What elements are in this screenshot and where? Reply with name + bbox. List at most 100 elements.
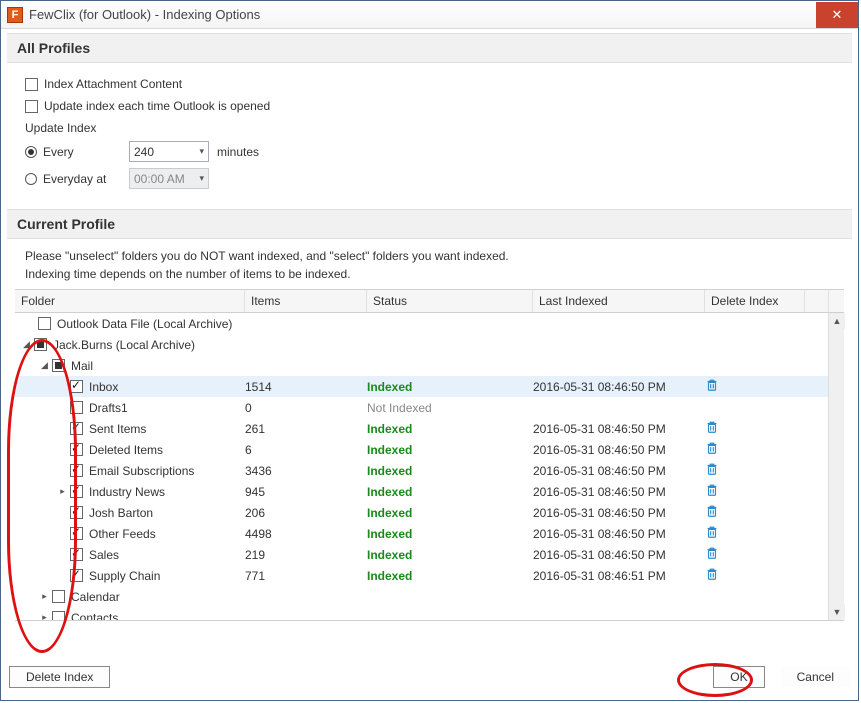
folder-row[interactable]: Sent Items261Indexed2016-05-31 08:46:50 …: [15, 418, 828, 439]
label-every: Every: [43, 145, 129, 159]
scroll-up-icon[interactable]: ▲: [829, 313, 845, 329]
checkbox[interactable]: [70, 485, 83, 498]
checkbox[interactable]: [70, 548, 83, 561]
select-every-minutes[interactable]: 240 ▾: [129, 141, 209, 162]
folder-last-indexed: 2016-05-31 08:46:50 PM: [533, 527, 705, 541]
checkbox[interactable]: [70, 422, 83, 435]
radio-every[interactable]: [25, 146, 37, 158]
checkbox[interactable]: [52, 359, 65, 372]
folder-last-indexed: 2016-05-31 08:46:50 PM: [533, 506, 705, 520]
folder-status: Indexed: [367, 464, 533, 478]
folder-name: Inbox: [89, 380, 118, 394]
checkbox[interactable]: [34, 338, 47, 351]
checkbox[interactable]: [38, 317, 51, 330]
folder-name: Other Feeds: [89, 527, 156, 541]
trash-icon[interactable]: [705, 567, 719, 581]
cancel-button[interactable]: Cancel: [781, 667, 850, 687]
trash-icon[interactable]: [705, 441, 719, 455]
tree-node-label[interactable]: Mail: [71, 359, 93, 373]
trash-icon[interactable]: [705, 525, 719, 539]
checkbox-index-attachment[interactable]: [25, 78, 38, 91]
folder-last-indexed: 2016-05-31 08:46:50 PM: [533, 422, 705, 436]
folder-items: 219: [245, 548, 367, 562]
scroll-down-icon[interactable]: ▼: [829, 604, 845, 620]
chevron-down-icon: ▾: [199, 173, 204, 184]
tree-expander[interactable]: ▸: [39, 591, 50, 602]
delete-index-icon[interactable]: [705, 420, 805, 437]
folder-status: Indexed: [367, 380, 533, 394]
folder-last-indexed: 2016-05-31 08:46:50 PM: [533, 443, 705, 457]
tree-expander[interactable]: ▸: [57, 486, 68, 497]
trash-icon[interactable]: [705, 420, 719, 434]
checkbox[interactable]: [70, 527, 83, 540]
col-status[interactable]: Status: [367, 290, 533, 312]
select-everyday-time[interactable]: 00:00 AM ▾: [129, 168, 209, 189]
folder-items: 206: [245, 506, 367, 520]
col-folder[interactable]: Folder: [15, 290, 245, 312]
chevron-down-icon: ▾: [199, 146, 204, 157]
folder-tree[interactable]: Outlook Data File (Local Archive)◢Jack.B…: [15, 313, 828, 620]
col-delete[interactable]: Delete Index: [705, 290, 805, 312]
checkbox[interactable]: [52, 611, 65, 620]
titlebar: F FewClix (for Outlook) - Indexing Optio…: [1, 1, 858, 29]
folder-row[interactable]: Josh Barton206Indexed2016-05-31 08:46:50…: [15, 502, 828, 523]
delete-index-button[interactable]: Delete Index: [9, 666, 110, 688]
label-everyday-at: Everyday at: [43, 172, 129, 186]
tree-node-label[interactable]: Jack.Burns (Local Archive): [53, 338, 195, 352]
delete-index-icon[interactable]: [705, 504, 805, 521]
tree-expander[interactable]: ▸: [39, 612, 50, 620]
folder-status: Indexed: [367, 485, 533, 499]
close-button[interactable]: ✕: [816, 2, 858, 28]
tree-expander[interactable]: ◢: [39, 360, 50, 371]
folder-name: Drafts1: [89, 401, 128, 415]
section-current-profile: Current Profile: [7, 209, 852, 239]
folder-row[interactable]: Other Feeds4498Indexed2016-05-31 08:46:5…: [15, 523, 828, 544]
trash-icon[interactable]: [705, 378, 719, 392]
tree-node-label[interactable]: Contacts: [71, 611, 118, 621]
folder-items: 1514: [245, 380, 367, 394]
folder-name: Supply Chain: [89, 569, 160, 583]
col-last[interactable]: Last Indexed: [533, 290, 705, 312]
ok-button[interactable]: OK: [713, 666, 764, 688]
col-scroll: [805, 290, 829, 312]
tree-node-label[interactable]: Outlook Data File (Local Archive): [57, 317, 232, 331]
checkbox[interactable]: [52, 590, 65, 603]
delete-index-icon[interactable]: [705, 546, 805, 563]
folder-name: Sent Items: [89, 422, 146, 436]
window-title: FewClix (for Outlook) - Indexing Options: [29, 7, 260, 22]
delete-index-icon[interactable]: [705, 462, 805, 479]
radio-everyday[interactable]: [25, 173, 37, 185]
delete-index-icon[interactable]: [705, 525, 805, 542]
vertical-scrollbar[interactable]: ▲ ▼: [828, 313, 844, 620]
col-items[interactable]: Items: [245, 290, 367, 312]
tree-expander[interactable]: ◢: [21, 339, 32, 350]
folder-row[interactable]: Deleted Items6Indexed2016-05-31 08:46:50…: [15, 439, 828, 460]
checkbox-update-on-open[interactable]: [25, 100, 38, 113]
checkbox[interactable]: [70, 464, 83, 477]
folder-row[interactable]: ▸Industry News945Indexed2016-05-31 08:46…: [15, 481, 828, 502]
checkbox[interactable]: [70, 569, 83, 582]
folder-row[interactable]: Supply Chain771Indexed2016-05-31 08:46:5…: [15, 565, 828, 586]
delete-index-icon[interactable]: [705, 567, 805, 584]
folder-row[interactable]: Inbox1514Indexed2016-05-31 08:46:50 PM: [15, 376, 828, 397]
trash-icon[interactable]: [705, 483, 719, 497]
note-indexing-time: Indexing time depends on the number of i…: [7, 267, 852, 281]
trash-icon[interactable]: [705, 546, 719, 560]
grid-header: Folder Items Status Last Indexed Delete …: [15, 289, 844, 313]
delete-index-icon[interactable]: [705, 483, 805, 500]
checkbox[interactable]: [70, 380, 83, 393]
checkbox[interactable]: [70, 506, 83, 519]
folder-status: Indexed: [367, 422, 533, 436]
folder-row[interactable]: Drafts10Not Indexed: [15, 397, 828, 418]
trash-icon[interactable]: [705, 504, 719, 518]
folder-row[interactable]: Sales219Indexed2016-05-31 08:46:50 PM: [15, 544, 828, 565]
folder-name: Industry News: [89, 485, 165, 499]
folder-items: 6: [245, 443, 367, 457]
delete-index-icon[interactable]: [705, 378, 805, 395]
checkbox[interactable]: [70, 401, 83, 414]
trash-icon[interactable]: [705, 462, 719, 476]
folder-row[interactable]: Email Subscriptions3436Indexed2016-05-31…: [15, 460, 828, 481]
tree-node-label[interactable]: Calendar: [71, 590, 120, 604]
delete-index-icon[interactable]: [705, 441, 805, 458]
checkbox[interactable]: [70, 443, 83, 456]
